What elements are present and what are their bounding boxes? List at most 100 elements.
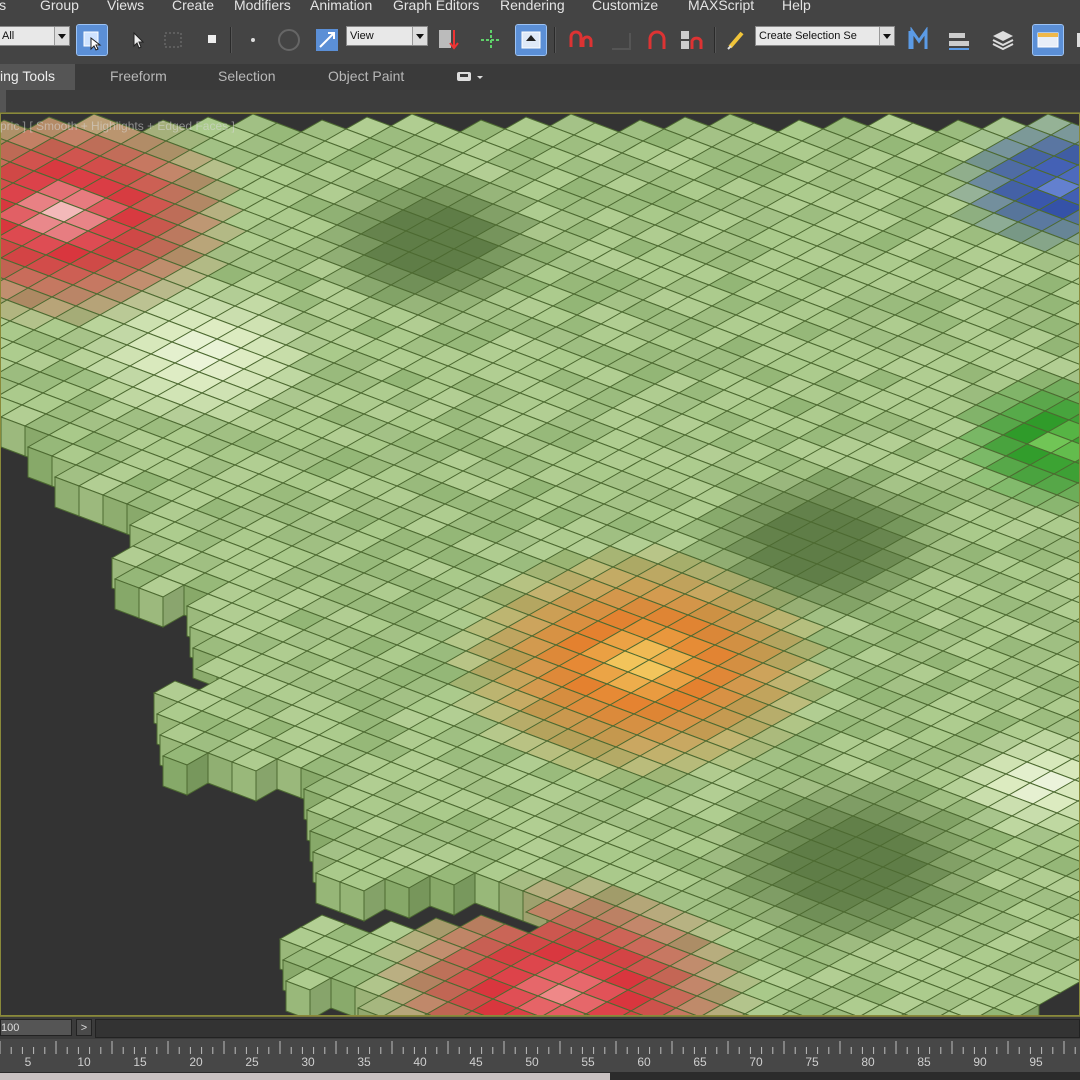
move-icon — [251, 38, 255, 42]
window-crossing-button[interactable] — [196, 25, 226, 55]
menu-create[interactable]: Create — [172, 0, 214, 13]
chevron-down-icon — [879, 27, 894, 45]
track-tick-label: 5 — [24, 1055, 32, 1069]
graphite-ribbon-button[interactable] — [1032, 24, 1064, 56]
main-toolbar: All View Create Selection Se — [0, 17, 1080, 65]
mirror-icon — [908, 27, 928, 49]
track-tick-label: 45 — [469, 1055, 483, 1069]
render-setup-icon — [1077, 33, 1080, 47]
track-tick-label: 50 — [525, 1055, 539, 1069]
track-tick-label: 30 — [301, 1055, 315, 1069]
time-slider-next-button[interactable]: > — [76, 1019, 92, 1036]
time-slider-track[interactable] — [95, 1019, 1080, 1038]
track-tick-label: 10 — [77, 1055, 91, 1069]
menu-modifiers[interactable]: Modifiers — [234, 0, 291, 13]
region-select-button[interactable] — [158, 25, 188, 55]
select-cursor-icon — [133, 31, 145, 49]
keyboard-shortcut-icon — [521, 31, 541, 49]
viewport-label[interactable]: pric ] [ Smooth + Highlights + Edged Fac… — [0, 119, 235, 133]
track-tick-label: 55 — [581, 1055, 595, 1069]
track-tick-label: 95 — [1029, 1055, 1043, 1069]
layer-manager-button[interactable] — [988, 25, 1018, 55]
pivot-center-icon — [439, 30, 459, 50]
track-bar[interactable]: 5 10 15 20 25 30 35 40 45 50 55 60 65 70 75 80 85 90 95 — [0, 1039, 1080, 1072]
pivot-center-button[interactable] — [434, 25, 464, 55]
ribbon-tabs: ing Tools Freeform Selection Object Pain… — [0, 64, 1080, 90]
track-tick-label: 85 — [917, 1055, 931, 1069]
scale-button[interactable] — [312, 25, 342, 55]
track-bar-ticks — [0, 1041, 1076, 1054]
toolbar-separator — [714, 27, 716, 53]
rotate-button[interactable] — [274, 25, 304, 55]
ref-coord-dropdown[interactable]: View — [346, 26, 428, 46]
track-tick-label: 15 — [133, 1055, 147, 1069]
snap-percent-button[interactable] — [642, 25, 672, 55]
selection-filter-dropdown[interactable]: All — [0, 26, 70, 46]
tab-modeling-tools[interactable]: ing Tools — [0, 64, 76, 90]
move-button[interactable] — [238, 25, 268, 55]
align-button[interactable] — [944, 25, 974, 55]
menu-views[interactable]: Views — [107, 0, 144, 13]
track-tick-label: 65 — [693, 1055, 707, 1069]
ref-coord-value: View — [350, 30, 374, 42]
track-tick-label: 80 — [861, 1055, 875, 1069]
region-select-icon — [164, 32, 182, 48]
track-tick-label: 35 — [357, 1055, 371, 1069]
named-selection-set-dropdown[interactable]: Create Selection Se — [755, 26, 895, 46]
select-cursor-button[interactable] — [123, 25, 153, 55]
ribbon-panel-strip — [0, 90, 1080, 113]
spinner-snap-button[interactable] — [676, 25, 706, 55]
edit-named-sets-button[interactable] — [722, 25, 752, 55]
align-icon — [949, 33, 969, 50]
menu-tools[interactable]: ls — [0, 0, 6, 13]
frame-counter-text: 100 — [1, 1022, 20, 1034]
menu-help[interactable]: Help — [782, 0, 811, 13]
chevron-down-icon — [54, 27, 69, 45]
snap-angle-button[interactable] — [606, 25, 636, 55]
named-selection-set-value: Create Selection Se — [759, 30, 857, 42]
spinner-snap-icon — [681, 31, 703, 49]
menu-animation[interactable]: Animation — [310, 0, 372, 13]
toolbar-separator — [230, 27, 232, 53]
ribbon-options-icon[interactable] — [456, 70, 486, 89]
voxel-heightmap-scene — [0, 113, 1080, 1016]
track-tick-label: 90 — [973, 1055, 987, 1069]
window-crossing-icon — [208, 35, 216, 43]
perspective-viewport[interactable]: pric ] [ Smooth + Highlights + Edged Fac… — [0, 113, 1080, 1016]
rotate-icon — [278, 29, 300, 51]
track-tick-label: 25 — [245, 1055, 259, 1069]
track-tick-label: 40 — [413, 1055, 427, 1069]
select-manipulate-icon — [481, 30, 501, 50]
menu-group[interactable]: Group — [40, 0, 79, 13]
keyboard-shortcut-button[interactable] — [515, 24, 547, 56]
menu-rendering[interactable]: Rendering — [500, 0, 565, 13]
selection-filter-value: All — [2, 30, 15, 42]
track-tick-label: 20 — [189, 1055, 203, 1069]
edit-named-sets-icon — [727, 31, 744, 50]
tab-selection[interactable]: Selection — [218, 68, 276, 84]
snap-percent-icon — [648, 30, 666, 49]
select-manipulate-button[interactable] — [476, 25, 506, 55]
graphite-ribbon-icon — [1037, 32, 1059, 48]
render-setup-button[interactable] — [1068, 25, 1080, 55]
maxscript-listener-field[interactable] — [0, 1073, 610, 1080]
menu-bar: ls Group Views Create Modifiers Animatio… — [0, 0, 1080, 17]
snap-angle-icon — [612, 33, 631, 50]
ribbon-collapse-handle[interactable] — [0, 90, 6, 112]
mirror-button[interactable] — [904, 25, 934, 55]
tab-freeform[interactable]: Freeform — [110, 68, 167, 84]
menu-customize[interactable]: Customize — [592, 0, 658, 13]
toolbar-separator — [554, 27, 556, 53]
tab-object-paint[interactable]: Object Paint — [328, 68, 404, 84]
time-slider: 100 > — [0, 1016, 1080, 1039]
menu-graph-editors[interactable]: Graph Editors — [393, 0, 479, 13]
select-object-button[interactable] — [76, 24, 108, 56]
snap-2d-icon — [569, 30, 593, 47]
menu-maxscript[interactable]: MAXScript — [688, 0, 754, 13]
time-slider-counter[interactable]: 100 — [0, 1019, 72, 1036]
select-object-icon — [83, 31, 102, 51]
track-tick-label: 75 — [805, 1055, 819, 1069]
snap-2d-button[interactable] — [566, 25, 596, 55]
scale-icon — [316, 29, 338, 51]
chevron-down-icon — [412, 27, 427, 45]
